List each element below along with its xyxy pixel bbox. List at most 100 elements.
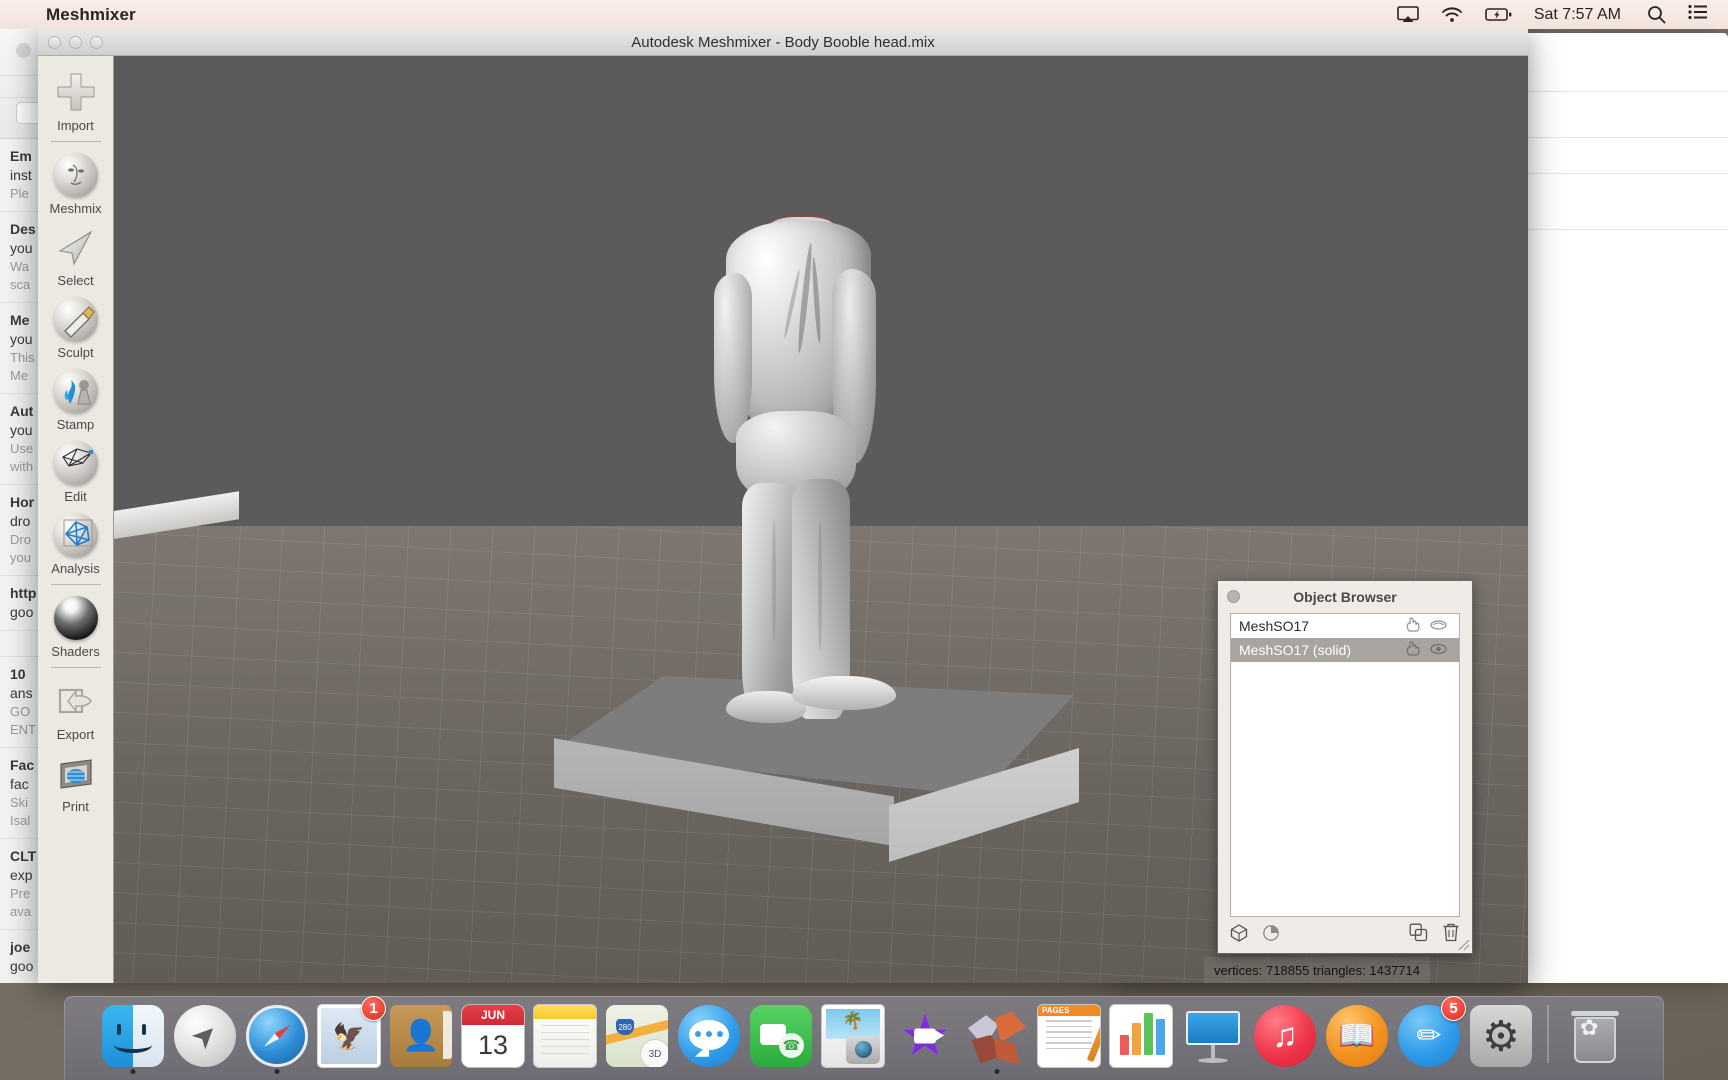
tool-label: Meshmix	[49, 201, 102, 216]
pie-mode-icon[interactable]	[1262, 924, 1280, 947]
tool-label: Analysis	[51, 561, 100, 576]
table-row[interactable]: MeshSO17	[1231, 614, 1459, 638]
menubar-clock[interactable]: Sat 7:57 AM	[1534, 6, 1621, 24]
numbers-icon	[1110, 1005, 1172, 1067]
tool-meshmix[interactable]: Meshmix	[38, 147, 114, 219]
calendar-month: JUN	[462, 1005, 524, 1025]
minimize-button[interactable]	[69, 36, 82, 49]
panel-resize-handle[interactable]	[1456, 937, 1470, 951]
dock-item-maps[interactable]: 280 3D	[601, 999, 673, 1075]
calendar-icon: JUN 13	[462, 1005, 524, 1067]
dock-item-imovie[interactable]: ★	[889, 999, 961, 1075]
3d-viewport[interactable]: Object Browser MeshSO17 MeshSO17 (solid)	[114, 56, 1528, 983]
plus-icon	[53, 69, 99, 115]
keynote-icon	[1182, 1005, 1244, 1067]
running-indicator	[274, 1069, 280, 1074]
table-row[interactable]: MeshSO17 (solid)	[1231, 638, 1459, 662]
dock-item-finder[interactable]	[97, 999, 169, 1075]
dock-item-safari[interactable]	[241, 999, 313, 1075]
contacts-icon: 👤	[390, 1005, 452, 1067]
tool-analysis[interactable]: Analysis	[38, 507, 114, 579]
calendar-day: 13	[477, 1030, 509, 1061]
tool-label: Select	[57, 273, 94, 288]
highway-shield-label: 280	[616, 1019, 634, 1035]
wifi-icon[interactable]	[1441, 6, 1463, 23]
dock-item-itunes[interactable]: ♫	[1249, 999, 1321, 1075]
zoom-button[interactable]	[90, 36, 103, 49]
tool-rail: Import Meshmix Select Sculpt Stamp Edit …	[38, 56, 114, 983]
dock-item-facetime[interactable]: ☎	[745, 999, 817, 1075]
dock-item-trash[interactable]: ✿	[1559, 999, 1631, 1075]
tool-shaders[interactable]: Shaders	[38, 590, 114, 662]
notes-icon	[534, 1005, 596, 1067]
dock-item-keynote[interactable]	[1177, 999, 1249, 1075]
pick-hand-icon[interactable]	[1399, 640, 1425, 660]
dock-item-contacts[interactable]: 👤	[385, 999, 457, 1075]
notification-center-icon[interactable]	[1688, 4, 1708, 25]
ibooks-icon: 📖	[1326, 1005, 1388, 1067]
window-title-bar[interactable]: Autodesk Meshmixer - Body Booble head.mi…	[38, 29, 1528, 56]
dock-item-messages[interactable]	[673, 999, 745, 1075]
mesh-left-leg	[742, 483, 796, 718]
dock-item-appstore[interactable]: ✏ 5	[1393, 996, 1466, 1075]
menu-bar: Meshmixer Sat 7:57 AM	[0, 0, 1728, 29]
dock-item-mail[interactable]: 🦅 1	[313, 996, 386, 1075]
dock-item-ibooks[interactable]: 📖	[1321, 999, 1393, 1075]
object-browser-footer	[1218, 917, 1472, 953]
dock-item-numbers[interactable]	[1105, 999, 1177, 1075]
tool-import[interactable]: Import	[38, 64, 114, 136]
dock-separator	[1547, 1005, 1549, 1063]
airplay-icon[interactable]	[1397, 6, 1419, 23]
shader-sphere-icon	[53, 595, 99, 641]
scanned-body-mesh[interactable]	[714, 215, 899, 723]
close-button[interactable]	[48, 36, 61, 49]
tool-print[interactable]: Print	[38, 745, 114, 817]
object-name: MeshSO17	[1239, 618, 1310, 634]
dock-item-meshmixer[interactable]	[961, 999, 1033, 1075]
search-icon[interactable]	[1647, 5, 1666, 24]
tool-label: Import	[57, 118, 94, 133]
close-icon[interactable]	[1227, 590, 1240, 603]
pick-hand-icon[interactable]	[1399, 616, 1425, 636]
tool-label: Edit	[64, 489, 87, 504]
dock-item-launchpad[interactable]: ➤	[169, 999, 241, 1075]
visibility-eye-icon[interactable]	[1425, 642, 1451, 659]
tool-export[interactable]: Export	[38, 673, 114, 745]
tool-label: Stamp	[56, 417, 95, 432]
stamp-sphere-icon	[53, 368, 99, 414]
cursor-arrow-icon	[53, 224, 99, 270]
rail-separator	[50, 584, 101, 585]
dock-item-system-preferences[interactable]: ⚙	[1465, 999, 1537, 1075]
running-indicator	[994, 1069, 1000, 1074]
map-3d-toggle-label: 3D	[640, 1039, 668, 1067]
rail-separator	[50, 141, 101, 142]
object-name: MeshSO17 (solid)	[1239, 642, 1352, 658]
launchpad-icon: ➤	[174, 1005, 236, 1067]
dock-item-pages[interactable]: PAGES	[1033, 999, 1105, 1075]
tool-select[interactable]: Select	[38, 219, 114, 291]
face-sphere-icon	[53, 152, 99, 198]
messages-icon	[678, 1005, 740, 1067]
object-browser-panel[interactable]: Object Browser MeshSO17 MeshSO17 (solid)	[1217, 580, 1473, 954]
maps-icon: 280 3D	[606, 1005, 668, 1067]
mesh-stats-text: vertices: 718855 triangles: 1437714	[1214, 962, 1420, 978]
object-mode-icon[interactable]	[1230, 923, 1248, 947]
dock-item-notes[interactable]	[529, 999, 601, 1075]
visibility-cloud-icon[interactable]	[1425, 618, 1451, 635]
tool-edit[interactable]: Edit	[38, 435, 114, 507]
tool-sculpt[interactable]: Sculpt	[38, 291, 114, 363]
photos-icon: 🌴	[822, 1005, 884, 1067]
pages-header-label: PAGES	[1038, 1005, 1100, 1017]
tool-stamp[interactable]: Stamp	[38, 363, 114, 435]
brush-sphere-icon	[53, 296, 99, 342]
mesh-analysis-icon	[53, 512, 99, 558]
export-arrow-icon	[53, 678, 99, 724]
dock-item-photos[interactable]: 🌴	[817, 999, 889, 1075]
dock-item-calendar[interactable]: JUN 13	[457, 999, 529, 1075]
duplicate-icon[interactable]	[1409, 923, 1428, 947]
battery-icon[interactable]	[1485, 7, 1512, 22]
active-app-name[interactable]: Meshmixer	[46, 5, 136, 25]
object-browser-header: Object Browser	[1218, 581, 1472, 613]
wireframe-sphere-icon	[53, 440, 99, 486]
object-list[interactable]: MeshSO17 MeshSO17 (solid)	[1230, 613, 1460, 917]
